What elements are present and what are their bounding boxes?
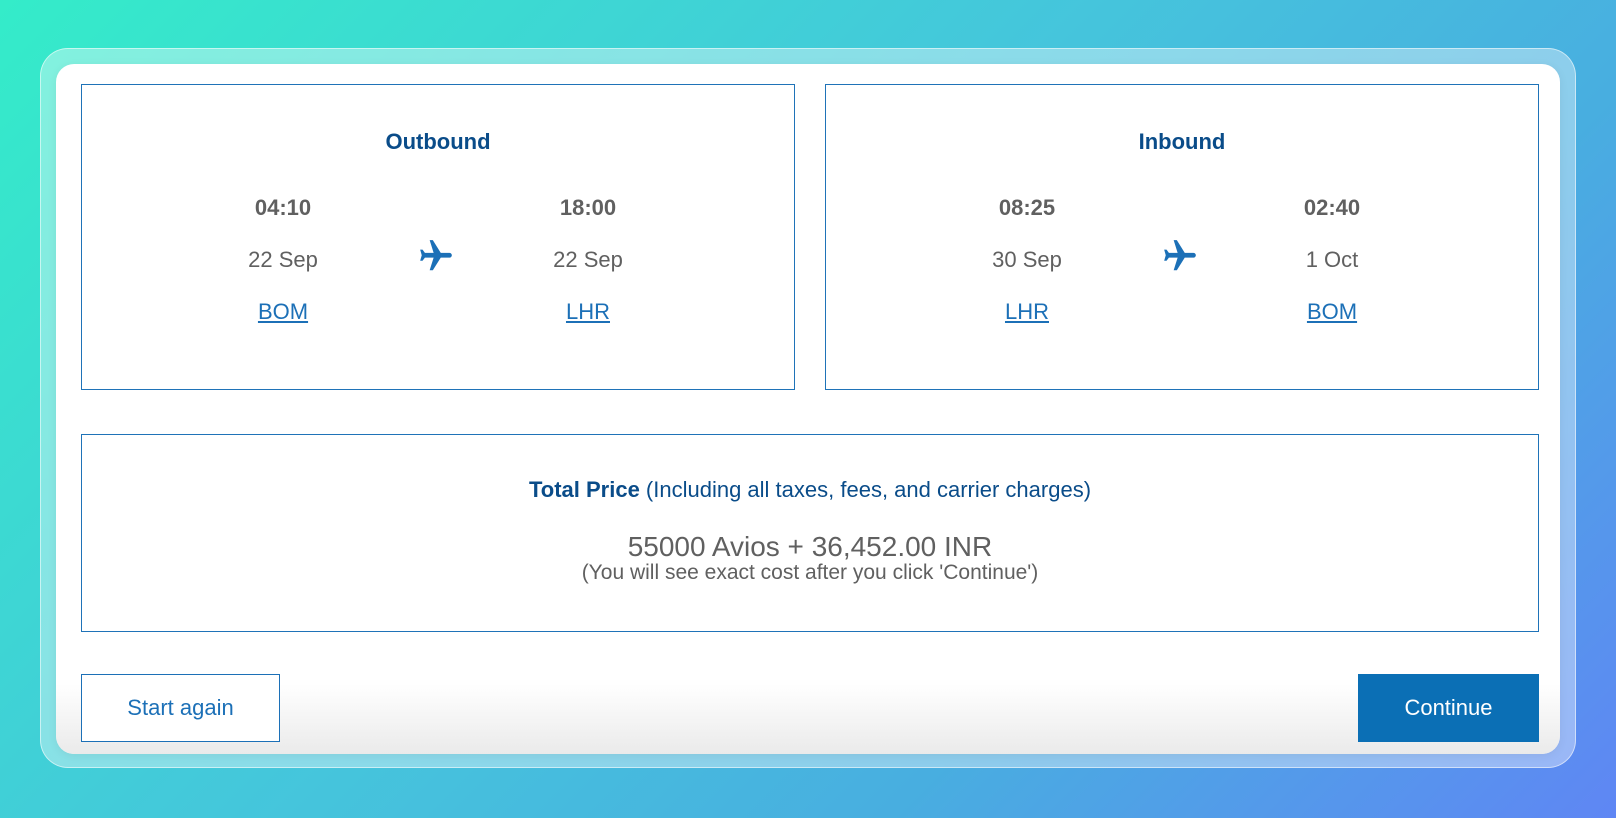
- outbound-departure-time: 04:10: [254, 195, 312, 220]
- airplane-icon: [420, 240, 452, 271]
- inbound-departure-time: 08:25: [998, 195, 1056, 220]
- total-price-heading: Total Price (Including all taxes, fees, …: [82, 477, 1538, 503]
- inbound-arrival-airport-link[interactable]: BOM: [1307, 299, 1357, 325]
- inbound-departure: 08:25 30 Sep LHR: [947, 195, 1107, 325]
- outbound-arrival-date: 22 Sep: [553, 247, 623, 272]
- inbound-departure-date: 30 Sep: [992, 247, 1062, 272]
- outbound-arrival: 18:00 22 Sep LHR: [508, 195, 668, 325]
- inbound-arrival: 02:40 1 Oct BOM: [1252, 195, 1412, 325]
- outbound-departure-airport-link[interactable]: BOM: [258, 299, 308, 325]
- outbound-title: Outbound: [385, 129, 491, 154]
- flight-summary-card: Outbound 04:10 22 Sep BOM 18:00 22 Sep L…: [56, 64, 1560, 754]
- outbound-arrival-airport-link[interactable]: LHR: [566, 299, 610, 325]
- total-price-note: (You will see exact cost after you click…: [581, 561, 1039, 584]
- total-price-panel: Total Price (Including all taxes, fees, …: [81, 434, 1539, 632]
- start-again-button[interactable]: Start again: [81, 674, 280, 742]
- inbound-arrival-date: 1 Oct: [1305, 247, 1359, 272]
- total-price-qualifier: (Including all taxes, fees, and carrier …: [639, 477, 1092, 502]
- inbound-title: Inbound: [1138, 129, 1226, 154]
- outbound-arrival-time: 18:00: [559, 195, 617, 220]
- outbound-panel: Outbound 04:10 22 Sep BOM 18:00 22 Sep L…: [81, 84, 795, 390]
- airplane-icon: [1164, 240, 1196, 271]
- inbound-arrival-time: 02:40: [1303, 195, 1361, 220]
- total-price-amount: 55000 Avios + 36,452.00 INR: [627, 531, 993, 562]
- outbound-departure-date: 22 Sep: [248, 247, 318, 272]
- inbound-panel: Inbound 08:25 30 Sep LHR 02:40 1 Oct BOM: [825, 84, 1539, 390]
- continue-button[interactable]: Continue: [1358, 674, 1539, 742]
- outbound-departure: 04:10 22 Sep BOM: [203, 195, 363, 325]
- total-price-label: Total Price: [528, 477, 640, 502]
- inbound-departure-airport-link[interactable]: LHR: [1005, 299, 1049, 325]
